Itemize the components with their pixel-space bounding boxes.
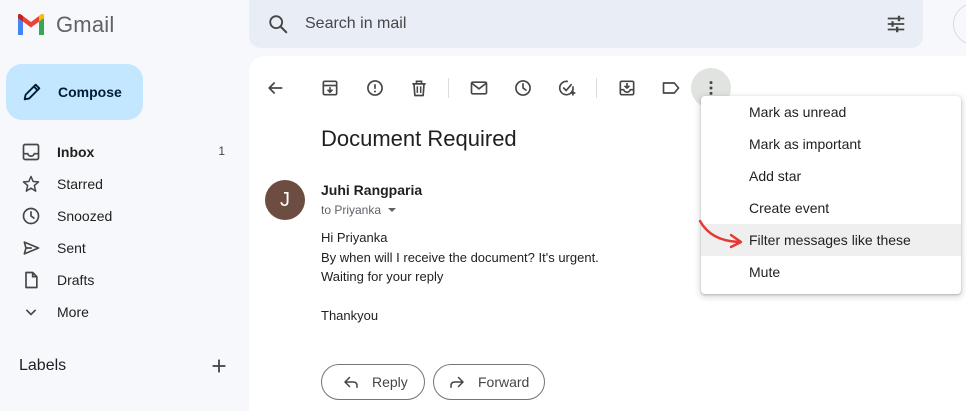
report-spam-button[interactable] — [355, 68, 395, 108]
move-to-icon — [619, 80, 635, 96]
menu-item-mark-unread[interactable]: Mark as unread — [701, 96, 961, 128]
reply-label: Reply — [372, 374, 408, 390]
add-task-button[interactable] — [547, 68, 587, 108]
report-spam-icon — [367, 80, 383, 96]
forward-label: Forward — [478, 374, 530, 390]
forward-icon — [450, 376, 464, 388]
mark-unread-button[interactable] — [459, 68, 499, 108]
menu-item-mark-important[interactable]: Mark as important — [701, 128, 961, 160]
snooze-button[interactable] — [503, 68, 543, 108]
sidebar-item-label: Starred — [57, 176, 103, 192]
body-line: Hi Priyanka — [321, 230, 388, 245]
search-input[interactable] — [305, 0, 865, 48]
labels-heading: Labels — [19, 357, 67, 374]
reply-icon — [344, 376, 358, 388]
gmail-m-icon — [18, 14, 44, 35]
send-icon — [23, 241, 40, 255]
menu-item-label: Mute — [749, 264, 781, 280]
snooze-icon — [515, 80, 531, 96]
toolbar-divider — [448, 78, 449, 98]
sidebar-item-starred[interactable]: Starred — [0, 168, 245, 200]
caret-down-icon — [388, 208, 397, 212]
search-icon[interactable] — [267, 13, 289, 35]
sidebar-item-snoozed[interactable]: Snoozed — [0, 200, 245, 232]
archive-icon — [322, 80, 338, 96]
sidebar-item-more[interactable]: More — [0, 296, 245, 328]
pencil-icon — [23, 83, 41, 101]
back-button[interactable] — [255, 68, 295, 108]
search-options-icon[interactable] — [885, 13, 907, 35]
recipient-details[interactable]: to Priyanka — [321, 203, 397, 217]
more-options-menu: Mark as unread Mark as important Add sta… — [701, 96, 961, 294]
inbox-icon — [22, 143, 40, 161]
compose-button[interactable]: Compose — [6, 64, 143, 120]
draft-icon — [25, 271, 38, 289]
compose-label: Compose — [58, 84, 122, 100]
sidebar-item-label: Inbox — [57, 144, 95, 160]
label-button[interactable] — [651, 68, 691, 108]
label-icon — [662, 82, 680, 94]
more-vert-icon — [709, 81, 713, 95]
app-name: Gmail — [56, 12, 115, 37]
menu-item-mute[interactable]: Mute — [701, 256, 961, 288]
add-task-icon — [558, 80, 576, 96]
annotation-arrow-icon — [698, 219, 743, 249]
forward-button[interactable]: Forward — [433, 364, 545, 400]
menu-item-label: Create event — [749, 200, 830, 216]
body-line: By when will I receive the document? It'… — [321, 250, 599, 265]
menu-item-label: Mark as important — [749, 136, 862, 152]
gmail-logo[interactable]: Gmail — [16, 12, 114, 38]
reply-button[interactable]: Reply — [321, 364, 425, 400]
body-line: Thankyou — [321, 308, 379, 323]
search-bar — [249, 0, 923, 48]
body-line: Waiting for your reply — [321, 269, 444, 284]
star-icon — [22, 175, 40, 192]
email-subject: Document Required — [321, 126, 517, 151]
back-icon — [268, 82, 283, 94]
recipient-label: to Priyanka — [321, 203, 382, 217]
sender-name[interactable]: Juhi Rangparia — [321, 182, 422, 198]
sidebar-item-sent[interactable]: Sent — [0, 232, 245, 264]
delete-icon — [412, 80, 426, 97]
chevron-down-icon — [26, 309, 37, 316]
sidebar-item-label: More — [57, 304, 89, 320]
sender-avatar[interactable]: J — [265, 180, 305, 220]
menu-item-add-star[interactable]: Add star — [701, 160, 961, 192]
sidebar-item-inbox[interactable]: Inbox 1 — [0, 136, 245, 168]
menu-item-label: Add star — [749, 168, 802, 184]
archive-button[interactable] — [310, 68, 350, 108]
toolbar-divider — [596, 78, 597, 98]
clock-icon — [22, 207, 40, 225]
move-to-button[interactable] — [607, 68, 647, 108]
sidebar-item-label: Drafts — [57, 272, 95, 288]
mark-unread-icon — [470, 81, 488, 95]
delete-button[interactable] — [399, 68, 439, 108]
sidebar-item-label: Sent — [57, 240, 86, 256]
menu-item-label: Filter messages like these — [749, 232, 911, 248]
account-avatar[interactable] — [953, 3, 966, 45]
sidebar-item-drafts[interactable]: Drafts — [0, 264, 245, 296]
menu-item-label: Mark as unread — [749, 104, 847, 120]
sidebar-item-label: Snoozed — [57, 208, 113, 224]
add-label-icon[interactable] — [208, 355, 230, 377]
unread-count: 1 — [218, 144, 225, 158]
